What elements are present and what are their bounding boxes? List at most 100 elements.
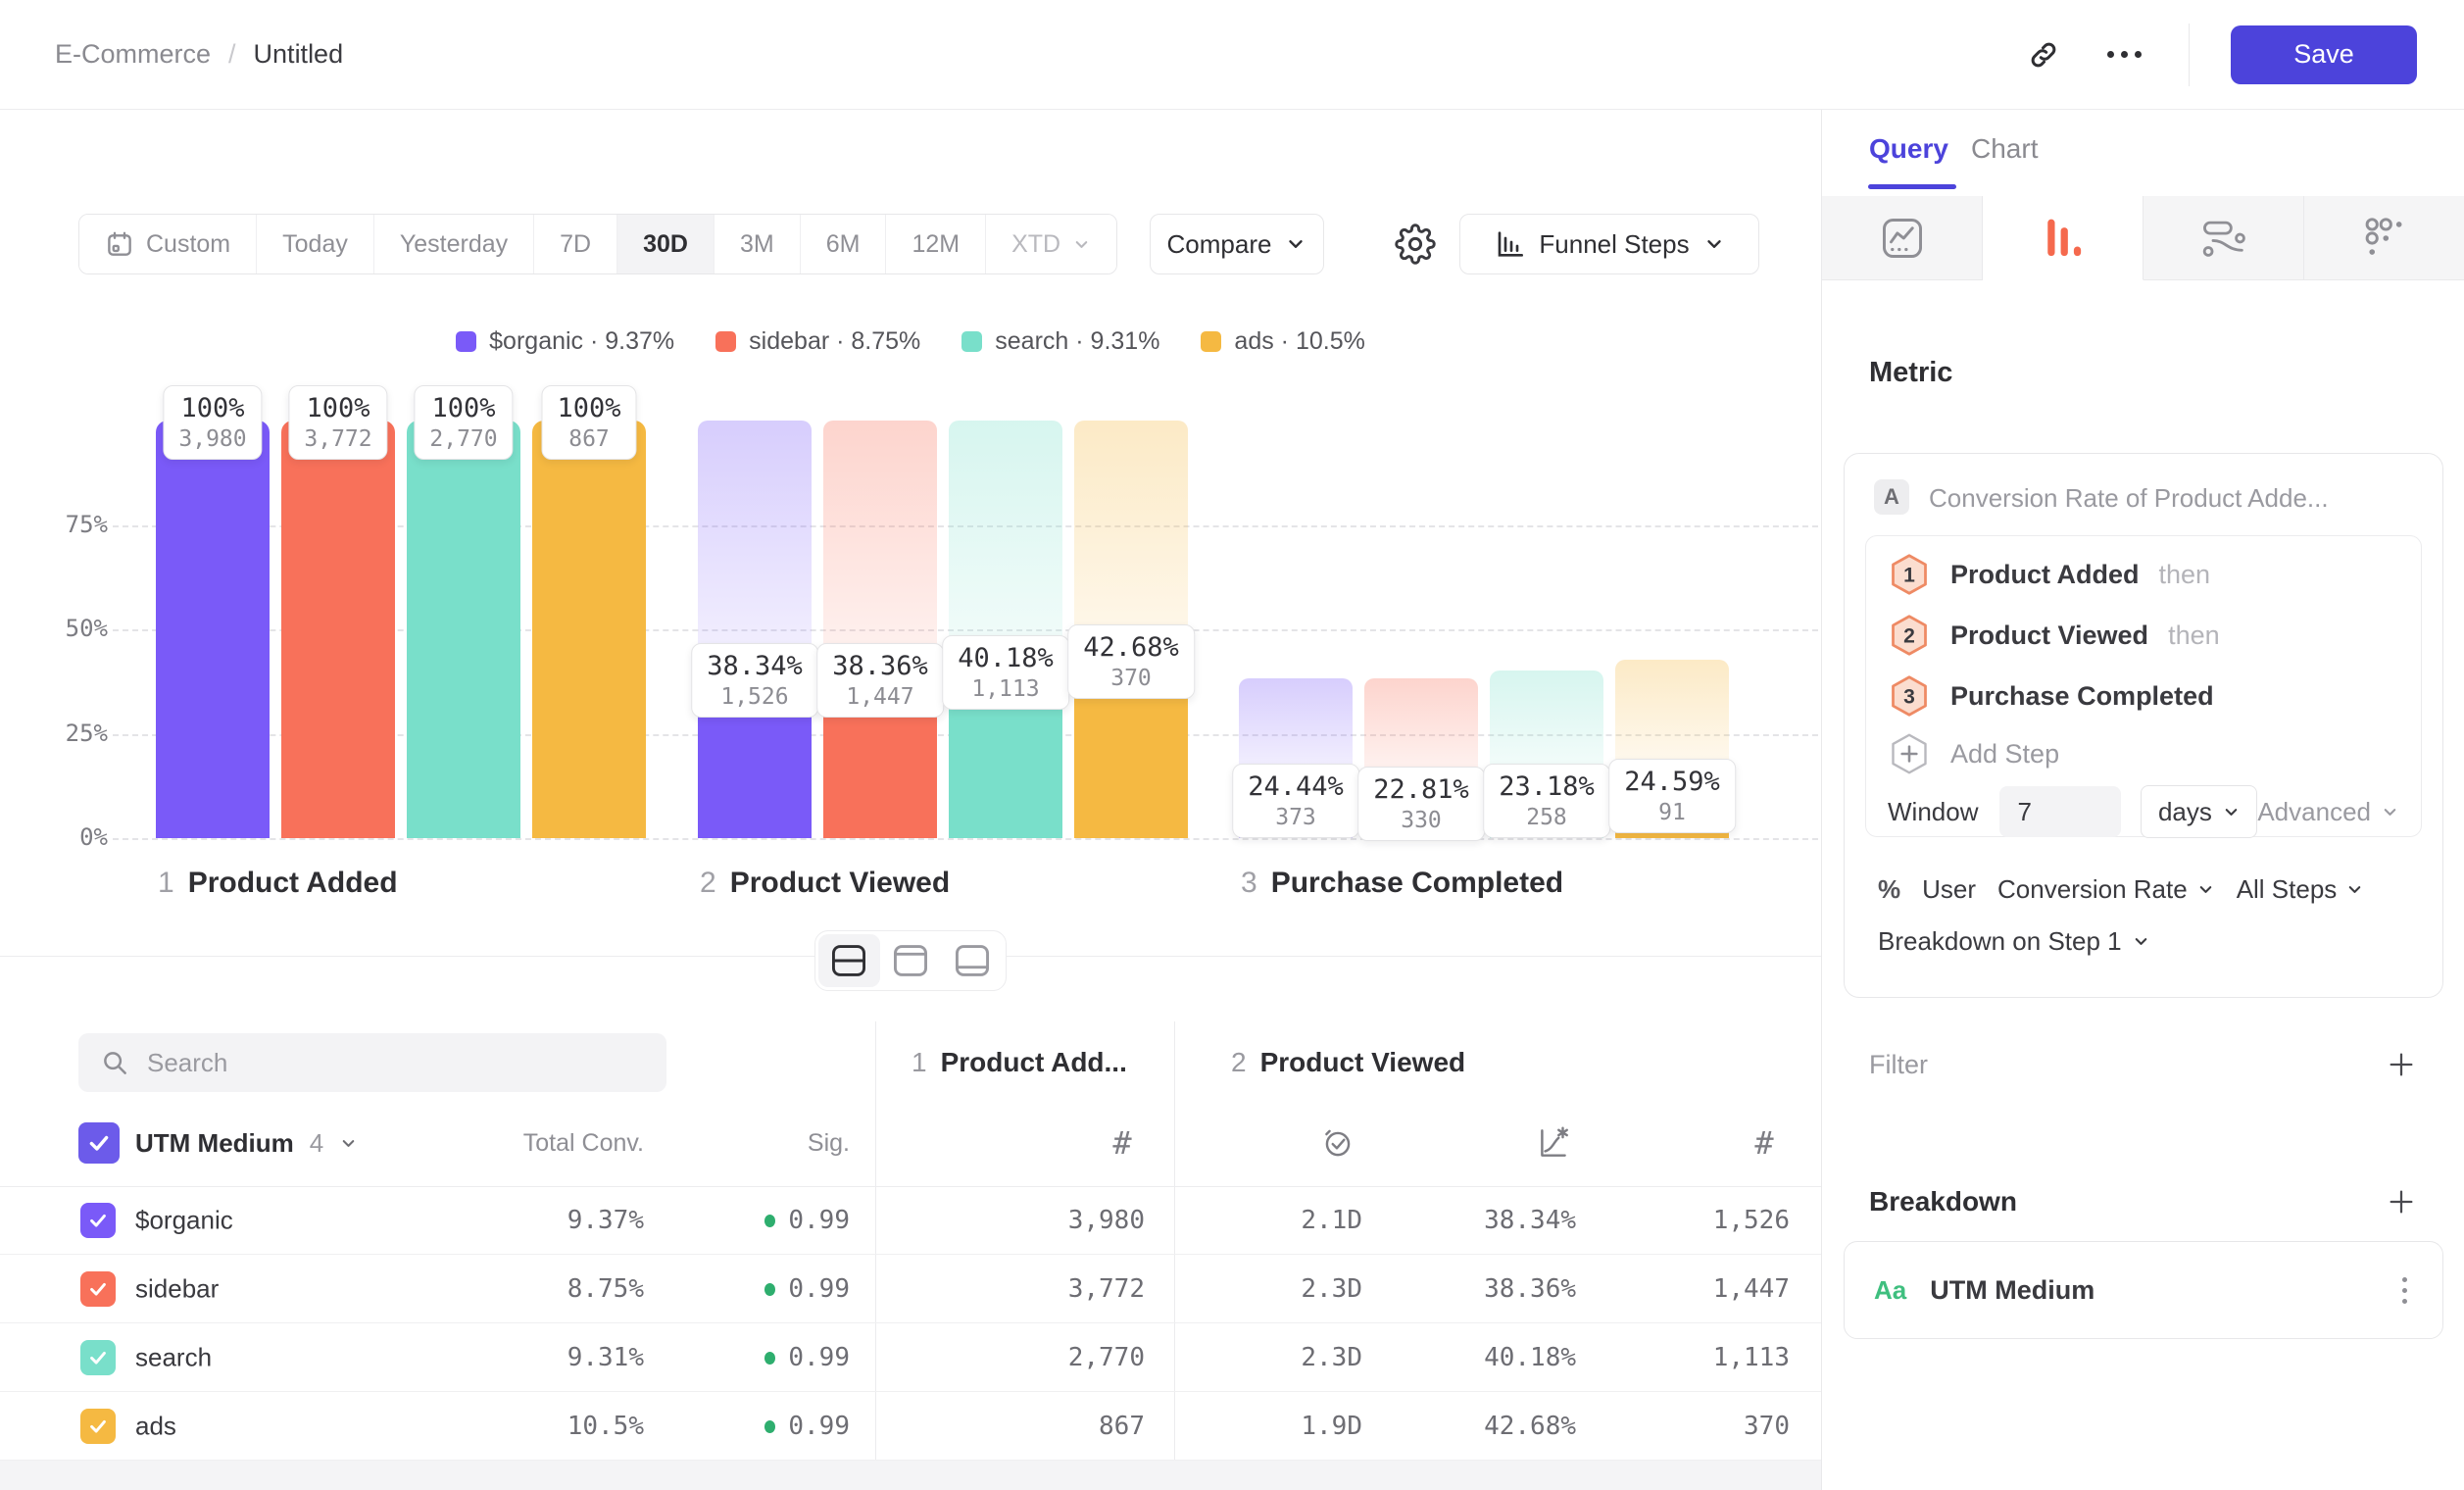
col-header-sig[interactable]: Sig.	[808, 1129, 850, 1158]
query-panel: Query Chart	[1821, 110, 2464, 1490]
chevron-down-icon	[2132, 932, 2150, 951]
step-number: 2	[1231, 1047, 1247, 1078]
layout-toggle-split-view[interactable]	[818, 934, 880, 987]
date-range-control: CustomTodayYesterday7D30D3M6M12MXTD	[78, 214, 1117, 274]
breakdown-item-card[interactable]: Aa UTM Medium	[1844, 1241, 2443, 1339]
bar-step1-sidebar[interactable]	[281, 421, 395, 838]
layout-toggle-chart-only[interactable]	[880, 934, 942, 987]
bar-step1-organic[interactable]	[156, 421, 270, 838]
row-checkbox[interactable]	[80, 1409, 116, 1444]
search-input[interactable]	[145, 1047, 645, 1079]
plus-icon	[2386, 1049, 2417, 1080]
add-step-button[interactable]: Add Step	[1888, 726, 2399, 781]
bar-value-label-step3-sidebar: 22.81%330	[1357, 767, 1485, 841]
select-all-checkbox[interactable]	[78, 1122, 120, 1164]
date-range-xtd[interactable]: XTD	[986, 215, 1116, 273]
breadcrumb-parent[interactable]: E-Commerce	[55, 39, 211, 70]
flows-icon	[2200, 217, 2247, 260]
advanced-dropdown[interactable]: Advanced	[2257, 797, 2399, 827]
row-checkbox[interactable]	[80, 1203, 116, 1238]
row-step2-time: 1.9D	[1301, 1412, 1362, 1441]
percent-icon[interactable]: %	[1878, 874, 1900, 905]
date-range-3m[interactable]: 3M	[715, 215, 801, 273]
more-options-button[interactable]	[2100, 31, 2147, 78]
add-breakdown-button[interactable]	[2385, 1185, 2418, 1218]
table-step2-header[interactable]: 2 Product Viewed	[1231, 1047, 1465, 1078]
legend-swatch	[715, 331, 736, 352]
metric-title[interactable]: Conversion Rate of Product Adde...	[1929, 483, 2329, 514]
count-column-icon[interactable]: #	[1101, 1121, 1144, 1165]
legend-item-ads[interactable]: ads · 10.5%	[1201, 327, 1364, 356]
tab-funnels[interactable]	[1983, 196, 2144, 280]
date-range-yesterday[interactable]: Yesterday	[374, 215, 534, 273]
breakdown-item-menu-button[interactable]	[2396, 1271, 2413, 1310]
tab-flows[interactable]	[2144, 196, 2304, 280]
table-row-ads[interactable]: ads10.5%0.998671.9D42.68%370	[0, 1392, 1821, 1461]
bar-step1-search[interactable]	[407, 421, 520, 838]
window-value-input[interactable]	[1999, 786, 2121, 837]
filter-section: Filter	[1869, 1043, 2418, 1086]
layout-toggle-table-only[interactable]	[941, 934, 1003, 987]
metric-section-heading: Metric	[1869, 357, 1952, 389]
date-range-30d[interactable]: 30D	[617, 215, 715, 273]
row-sig: 0.99	[764, 1412, 850, 1441]
row-label: search	[135, 1342, 212, 1372]
measure-entity[interactable]: User	[1922, 874, 1976, 905]
date-range-7d[interactable]: 7D	[534, 215, 617, 273]
row-step1-count: 3,772	[1068, 1274, 1145, 1304]
bar-value-label-step2-search: 40.18%1,113	[942, 635, 1069, 710]
group-count: 4	[310, 1128, 323, 1159]
date-range-6m[interactable]: 6M	[801, 215, 887, 273]
date-range-12m[interactable]: 12M	[886, 215, 986, 273]
row-total-conv: 8.75%	[567, 1274, 644, 1304]
date-range-today[interactable]: Today	[257, 215, 374, 273]
col-header-total-conv[interactable]: Total Conv.	[523, 1129, 644, 1158]
bar-value-label-step1-ads: 100%867	[541, 385, 636, 460]
funnel-step-1[interactable]: 1Product Addedthen	[1888, 544, 2399, 605]
count-column-icon[interactable]: #	[1743, 1121, 1786, 1165]
link-icon	[2026, 37, 2061, 73]
ellipsis-icon	[2107, 51, 2142, 58]
chevron-down-icon	[1703, 233, 1725, 255]
row-step2-rate: 38.34%	[1484, 1206, 1576, 1235]
tab-retention[interactable]	[2304, 196, 2464, 280]
chart-settings-button[interactable]	[1386, 214, 1445, 274]
share-link-button[interactable]	[2020, 31, 2067, 78]
tab-query[interactable]: Query	[1869, 133, 1948, 165]
save-button[interactable]: Save	[2231, 25, 2417, 84]
measure-scope-dropdown[interactable]: All Steps	[2237, 874, 2365, 905]
table-group-header[interactable]: UTM Medium 4	[78, 1118, 358, 1168]
bar-step1-ads[interactable]	[532, 421, 646, 838]
row-step1-count: 867	[1099, 1412, 1145, 1441]
table-row-organic[interactable]: $organic9.37%0.993,9802.1D38.34%1,526	[0, 1186, 1821, 1255]
chart-type-button[interactable]: Funnel Steps	[1459, 214, 1759, 274]
conversion-rate-column-icon[interactable]	[1532, 1121, 1575, 1165]
row-checkbox[interactable]	[80, 1271, 116, 1307]
header-divider	[2189, 24, 2190, 86]
svg-text:3: 3	[1903, 685, 1915, 708]
funnel-step-2[interactable]: 2Product Viewedthen	[1888, 605, 2399, 666]
breakdown-on-step-dropdown[interactable]: Breakdown on Step 1	[1878, 926, 2150, 957]
row-checkbox[interactable]	[80, 1340, 116, 1375]
top-bar: E-Commerce / Untitled Save	[0, 0, 2464, 110]
add-filter-button[interactable]	[2385, 1048, 2418, 1081]
chevron-down-icon	[2196, 880, 2215, 899]
table-scrollbar-track[interactable]	[0, 1461, 1821, 1490]
check-icon	[87, 1278, 109, 1300]
measure-metric-dropdown[interactable]: Conversion Rate	[1997, 874, 2215, 905]
table-row-search[interactable]: search9.31%0.992,7702.3D40.18%1,113	[0, 1323, 1821, 1392]
breadcrumb-current[interactable]: Untitled	[254, 39, 344, 70]
tab-insights[interactable]	[1822, 196, 1983, 280]
legend-item-sidebar[interactable]: sidebar · 8.75%	[715, 327, 920, 356]
window-unit-dropdown[interactable]: days	[2141, 785, 2257, 838]
tab-chart[interactable]: Chart	[1971, 133, 2038, 165]
table-step1-header[interactable]: 1 Product Add...	[912, 1047, 1127, 1078]
table-row-sidebar[interactable]: sidebar8.75%0.993,7722.3D38.36%1,447	[0, 1255, 1821, 1323]
date-range-custom[interactable]: Custom	[79, 215, 257, 273]
compare-button[interactable]: Compare	[1150, 214, 1324, 274]
row-step2-rate: 42.68%	[1484, 1412, 1576, 1441]
funnel-step-3[interactable]: 3Purchase Completed	[1888, 666, 2399, 726]
legend-item-search[interactable]: search · 9.31%	[961, 327, 1159, 356]
legend-item-organic[interactable]: $organic · 9.37%	[456, 327, 674, 356]
time-to-convert-column-icon[interactable]	[1316, 1121, 1359, 1165]
